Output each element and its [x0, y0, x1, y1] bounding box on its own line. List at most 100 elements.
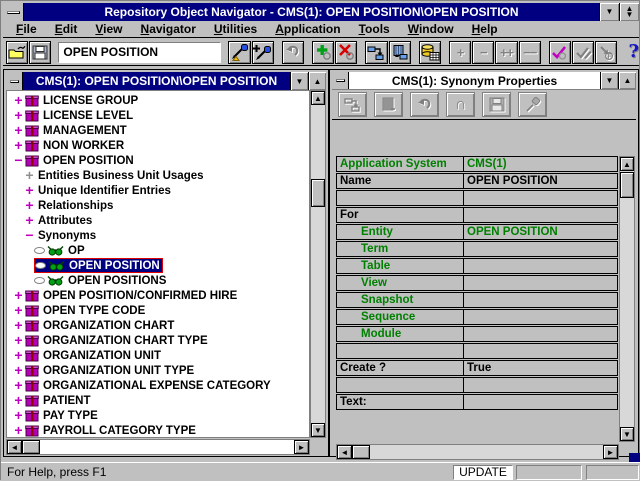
- expand-icon[interactable]: +: [12, 139, 25, 152]
- property-value[interactable]: True: [464, 361, 617, 375]
- expand-icon[interactable]: +: [12, 304, 25, 317]
- menu-edit[interactable]: Edit: [46, 22, 87, 36]
- scroll-left-button[interactable]: ◄: [337, 445, 352, 459]
- navigator-maximize-button[interactable]: ▲: [308, 72, 326, 90]
- menu-navigator[interactable]: Navigator: [132, 22, 205, 36]
- tree-item[interactable]: +ORGANIZATION CHART TYPE: [7, 333, 309, 348]
- properties-horizontal-scrollbar[interactable]: ◄ ►: [336, 444, 619, 460]
- tree-item[interactable]: +OPEN POSITION/CONFIRMED HIRE: [7, 288, 309, 303]
- tree-vertical-scrollbar[interactable]: ▲ ▼: [310, 90, 326, 438]
- open-button[interactable]: [6, 41, 28, 64]
- tree-item[interactable]: OP: [7, 243, 309, 258]
- property-value[interactable]: CMS(1): [464, 157, 617, 171]
- minimize-button[interactable]: ▼: [599, 3, 619, 21]
- tree-item[interactable]: +LICENSE GROUP: [7, 93, 309, 108]
- tree-item[interactable]: +OPEN TYPE CODE: [7, 303, 309, 318]
- tree-item[interactable]: −OPEN POSITION: [7, 153, 309, 168]
- tree-item[interactable]: +PAY TYPE: [7, 408, 309, 423]
- expand-icon[interactable]: +: [12, 289, 25, 302]
- tree-scroll-thumb[interactable]: [311, 179, 325, 207]
- paste-properties-button[interactable]: [374, 92, 403, 117]
- expand-icon[interactable]: +: [12, 349, 25, 362]
- expand-icon[interactable]: +: [12, 424, 25, 437]
- properties-minimize-button[interactable]: ▼: [600, 72, 618, 89]
- expand-all-button[interactable]: ++: [495, 41, 517, 64]
- expand-icon[interactable]: +: [23, 199, 36, 212]
- properties-maximize-button[interactable]: ▲: [618, 72, 636, 89]
- undo-button[interactable]: [282, 41, 304, 64]
- intersect-button[interactable]: ∩: [446, 92, 475, 117]
- undo-properties-button[interactable]: [410, 92, 439, 117]
- expand-button[interactable]: +: [449, 41, 471, 64]
- save-button[interactable]: [29, 41, 51, 64]
- menu-utilities[interactable]: Utilities: [205, 22, 266, 36]
- menu-window[interactable]: Window: [399, 22, 463, 36]
- property-value[interactable]: [464, 293, 617, 307]
- create-object-button[interactable]: [312, 41, 334, 64]
- property-value[interactable]: OPEN POSITION: [464, 174, 617, 188]
- tree-horizontal-scrollbar[interactable]: ◄ ►: [6, 439, 310, 455]
- properties-hscroll-thumb[interactable]: [352, 445, 370, 459]
- selected-tree-item[interactable]: OPEN POSITION: [34, 258, 163, 273]
- property-value[interactable]: [464, 378, 617, 392]
- tree-item[interactable]: +ORGANIZATION UNIT TYPE: [7, 363, 309, 378]
- navigator-system-menu-button[interactable]: [6, 72, 23, 90]
- property-value[interactable]: [464, 344, 617, 358]
- pin-button[interactable]: [518, 92, 547, 117]
- tree-item[interactable]: +Relationships: [7, 198, 309, 213]
- expand-icon[interactable]: +: [12, 319, 25, 332]
- tree-item[interactable]: −Synonyms: [7, 228, 309, 243]
- tree-item[interactable]: +Entities Business Unit Usages: [7, 168, 309, 183]
- properties-system-menu-button[interactable]: [332, 72, 349, 89]
- property-value[interactable]: [464, 276, 617, 290]
- expand-icon[interactable]: +: [12, 124, 25, 137]
- collapse-icon[interactable]: −: [12, 154, 25, 167]
- collapse-button[interactable]: −: [472, 41, 494, 64]
- save-properties-button[interactable]: [482, 92, 511, 117]
- menu-application[interactable]: Application: [266, 22, 349, 36]
- properties-scroll-thumb[interactable]: [620, 172, 634, 198]
- window-title-bar[interactable]: Repository Object Navigator - CMS(1): OP…: [3, 3, 639, 21]
- expand-icon[interactable]: +: [12, 409, 25, 422]
- check-pencil-button[interactable]: [572, 41, 594, 64]
- object-name-input[interactable]: [58, 42, 221, 63]
- tree-item[interactable]: +PATIENT: [7, 393, 309, 408]
- collapse-icon[interactable]: −: [23, 229, 36, 242]
- tree-hscroll-track[interactable]: [40, 440, 294, 454]
- tree-item[interactable]: +NON WORKER: [7, 138, 309, 153]
- property-value[interactable]: OPEN POSITION: [464, 225, 617, 239]
- mark-check-button[interactable]: [549, 41, 571, 64]
- expand-icon[interactable]: +: [23, 214, 36, 227]
- menu-help[interactable]: Help: [463, 22, 507, 36]
- menu-file[interactable]: File: [7, 22, 46, 36]
- eyedropper-add-button[interactable]: [252, 41, 274, 64]
- scroll-left-button[interactable]: ◄: [7, 440, 22, 454]
- purge-object-button[interactable]: [389, 41, 411, 64]
- scroll-up-button[interactable]: ▲: [620, 157, 634, 171]
- property-value[interactable]: [464, 327, 617, 341]
- expand-icon[interactable]: +: [23, 184, 36, 197]
- copy-object-button[interactable]: [365, 41, 387, 64]
- tree-item[interactable]: +MANAGEMENT: [7, 123, 309, 138]
- tree-item[interactable]: +Attributes: [7, 213, 309, 228]
- navigator-title-bar[interactable]: CMS(1): OPEN POSITION\OPEN POSITION ▼ ▲: [6, 72, 326, 90]
- navigator-minimize-button[interactable]: ▼: [290, 72, 308, 90]
- property-value[interactable]: [464, 191, 617, 205]
- property-value[interactable]: [464, 242, 617, 256]
- expand-icon[interactable]: +: [12, 334, 25, 347]
- arrow-f-button[interactable]: F: [595, 41, 617, 64]
- property-value[interactable]: [464, 259, 617, 273]
- tree-item[interactable]: OPEN POSITION: [7, 258, 309, 273]
- menu-view[interactable]: View: [86, 22, 131, 36]
- property-value[interactable]: [464, 395, 617, 409]
- help-button[interactable]: ?: [628, 42, 639, 62]
- tree-item[interactable]: +ORGANIZATION UNIT: [7, 348, 309, 363]
- property-value[interactable]: [464, 208, 617, 222]
- tree-item[interactable]: +ORGANIZATION CHART: [7, 318, 309, 333]
- scroll-right-button[interactable]: ►: [294, 440, 309, 454]
- restore-button[interactable]: ▲ ▼: [619, 3, 639, 21]
- tree-item[interactable]: +ORGANIZATIONAL EXPENSE CATEGORY: [7, 378, 309, 393]
- tree-hscroll-thumb[interactable]: [22, 440, 40, 454]
- tree-item[interactable]: +Unique Identifier Entries: [7, 183, 309, 198]
- tree-item[interactable]: OPEN POSITIONS: [7, 273, 309, 288]
